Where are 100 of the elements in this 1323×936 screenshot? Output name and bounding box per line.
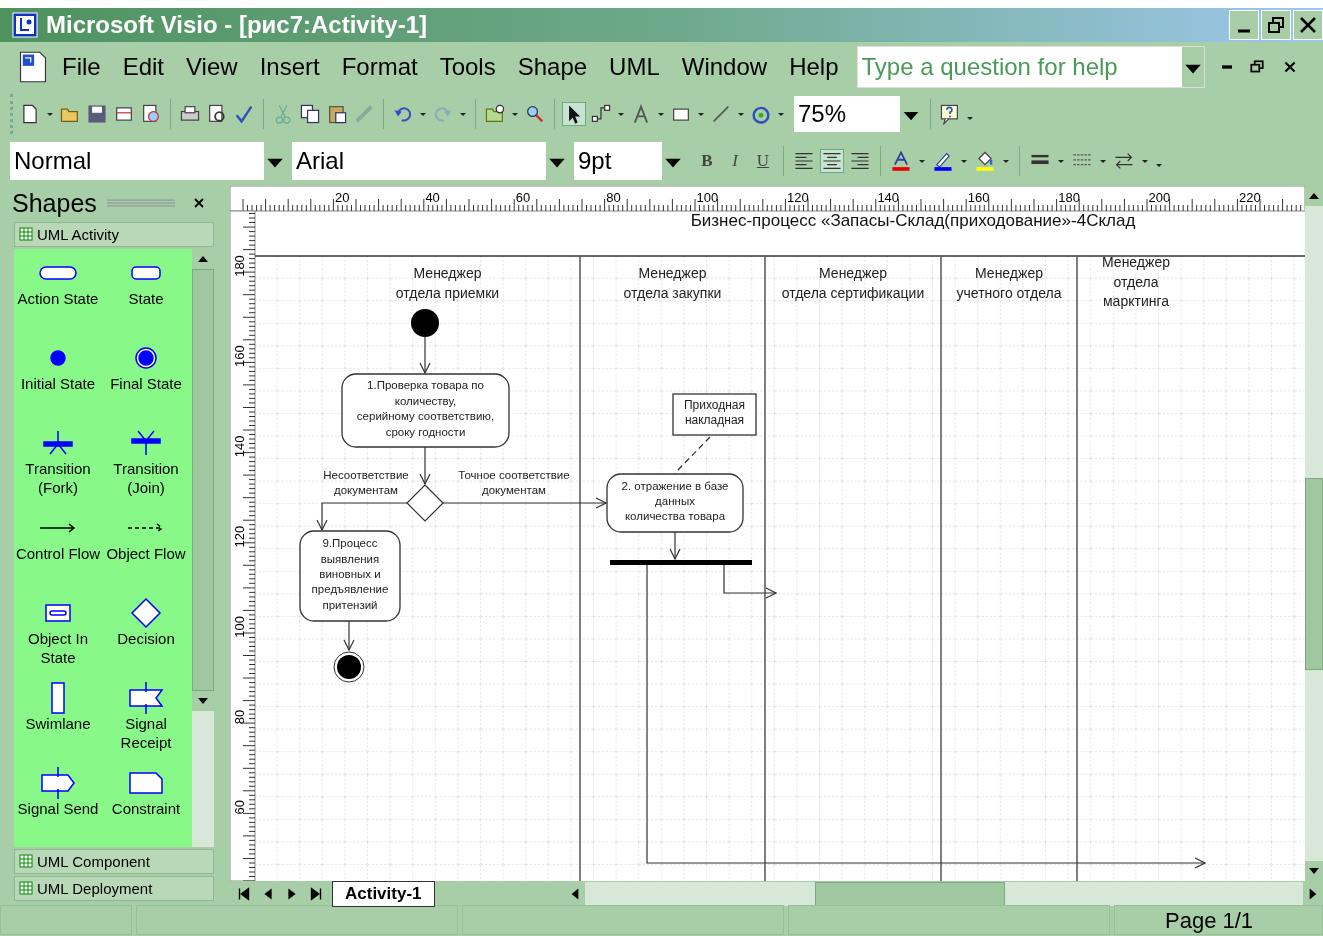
ruler-label: 40 xyxy=(425,190,440,205)
menu-item[interactable]: Edit xyxy=(122,53,165,81)
ruler-label: 60 xyxy=(232,799,247,815)
close-icon[interactable] xyxy=(192,197,205,210)
action-node: 2. отражение в базе данных количества товара xyxy=(606,473,744,533)
text-style-button[interactable]: I xyxy=(724,151,746,171)
page-tab[interactable]: Activity-1 xyxy=(332,880,435,907)
save-icon[interactable] xyxy=(86,103,108,125)
spelling-icon[interactable] xyxy=(233,103,255,125)
menu-item[interactable]: Insert xyxy=(259,53,320,81)
connector-icon[interactable] xyxy=(590,103,612,125)
swimlane-header: Менеджер отдела марктинга xyxy=(1102,254,1170,309)
menu-item[interactable]: Help xyxy=(789,53,839,81)
font-size-dropdown[interactable]: 9pt xyxy=(574,142,684,180)
minimize-icon[interactable] xyxy=(1221,65,1232,69)
stencil-header[interactable]: UML Deployment xyxy=(14,875,214,901)
shape-label: Decision xyxy=(117,628,175,648)
fill-color-icon[interactable] xyxy=(974,150,996,172)
shape-label: Swimlane xyxy=(25,713,91,733)
scroll-right-icon[interactable] xyxy=(1303,881,1323,906)
menu-item[interactable]: View xyxy=(186,53,238,81)
menu-item[interactable]: Tools xyxy=(439,53,496,81)
ruler-label: 200 xyxy=(1148,190,1171,205)
note-box: Приходная накладная xyxy=(672,393,757,436)
stencil-icon xyxy=(19,881,33,896)
paste-icon[interactable] xyxy=(326,103,348,125)
diagram-title: Бизнес-процесс «Запасы-Склад(приходование»-4Склад xyxy=(690,211,1136,230)
minimize-button[interactable] xyxy=(1229,10,1259,40)
shape-label: Signal Receipt xyxy=(119,713,173,752)
menu-item[interactable]: Shape xyxy=(517,53,588,81)
scroll-down-icon[interactable] xyxy=(192,690,214,711)
font-color-icon[interactable] xyxy=(890,150,912,172)
shapes-folder-icon[interactable] xyxy=(484,103,506,125)
final-node xyxy=(333,651,365,683)
stencil-icon xyxy=(19,854,33,869)
ruler-label: 220 xyxy=(1239,190,1261,205)
copy-icon[interactable] xyxy=(299,103,321,125)
shape-label: State xyxy=(128,288,164,308)
menu-item[interactable]: UML xyxy=(609,53,660,81)
align-icon[interactable] xyxy=(793,150,815,172)
window-title: Microsoft Visio - [рис7:Activity-1] xyxy=(46,11,429,39)
font-dropdown[interactable]: Arial xyxy=(292,142,568,180)
scroll-thumb[interactable] xyxy=(1305,477,1323,670)
shape-label: Constraint xyxy=(111,798,181,818)
zoom-dropdown[interactable]: 75% xyxy=(794,96,922,132)
style-dropdown[interactable]: Normal xyxy=(10,142,286,180)
scroll-left-icon[interactable] xyxy=(564,881,585,906)
shape-label: Transition (Fork) xyxy=(24,458,92,497)
scroll-up-icon[interactable] xyxy=(192,248,214,269)
help-search-field[interactable]: Type a question for help xyxy=(856,46,1205,88)
scrollbar[interactable] xyxy=(192,248,214,847)
shape-label: Signal Send xyxy=(17,798,99,818)
scrollbar[interactable] xyxy=(564,881,1323,906)
page-indicator: Page 1/1 xyxy=(1165,908,1254,934)
shape-label: Action State xyxy=(17,288,99,308)
restore-button[interactable] xyxy=(1261,10,1291,40)
text-style-button[interactable]: B xyxy=(696,151,718,171)
line-color-icon[interactable] xyxy=(932,150,954,172)
flow-label: Точное соответствие документам xyxy=(458,469,570,496)
restore-icon xyxy=(1266,15,1286,35)
research-icon[interactable] xyxy=(140,103,162,125)
find-shape-icon[interactable] xyxy=(524,103,546,125)
ruler-label: 120 xyxy=(232,525,247,548)
shape-label: Transition (Join) xyxy=(112,458,180,497)
ruler-label: 180 xyxy=(232,255,247,277)
panel-title: Shapes xyxy=(12,188,97,218)
document-icon[interactable] xyxy=(18,50,48,84)
decision-node xyxy=(406,484,444,522)
shape-label: Initial State xyxy=(20,373,96,393)
grip-icon[interactable] xyxy=(106,198,175,209)
swimlane-header: Менеджер отдела закупки xyxy=(623,265,722,301)
text-style-button[interactable]: U xyxy=(752,151,774,171)
print-preview-icon[interactable] xyxy=(206,103,228,125)
flow-arrow xyxy=(343,620,355,651)
line-icon[interactable] xyxy=(710,103,732,125)
action-node: 9.Процесс выявления виновных и предъявление притензий xyxy=(299,530,401,622)
ruler-label: 20 xyxy=(335,190,350,205)
menu-item[interactable]: Format xyxy=(341,53,418,81)
ruler-label: 140 xyxy=(232,435,247,458)
align-icon[interactable] xyxy=(849,150,871,172)
stencil-header[interactable]: UML Activity xyxy=(14,221,214,247)
help-icon[interactable] xyxy=(939,103,961,125)
stencil-header[interactable]: UML Component xyxy=(14,848,214,874)
menu-item[interactable]: File xyxy=(62,53,101,81)
shape-label: Object Flow xyxy=(106,543,186,563)
app-icon xyxy=(12,12,38,38)
menu-item[interactable]: Window xyxy=(681,53,768,81)
scroll-up-icon[interactable] xyxy=(1305,186,1323,206)
close-button[interactable] xyxy=(1293,10,1323,40)
shape-label: Control Flow xyxy=(15,543,101,563)
flow-label: Несоответствие документам xyxy=(323,469,409,496)
restore-icon[interactable] xyxy=(1248,59,1265,75)
close-icon xyxy=(1298,15,1318,35)
ruler-label: 60 xyxy=(515,190,531,205)
pointer-icon[interactable] xyxy=(563,103,585,125)
scroll-thumb[interactable] xyxy=(814,881,1005,906)
scroll-down-icon[interactable] xyxy=(1305,861,1323,881)
scroll-thumb[interactable] xyxy=(192,268,214,691)
align-icon[interactable] xyxy=(821,150,843,172)
initial-node xyxy=(411,309,439,337)
